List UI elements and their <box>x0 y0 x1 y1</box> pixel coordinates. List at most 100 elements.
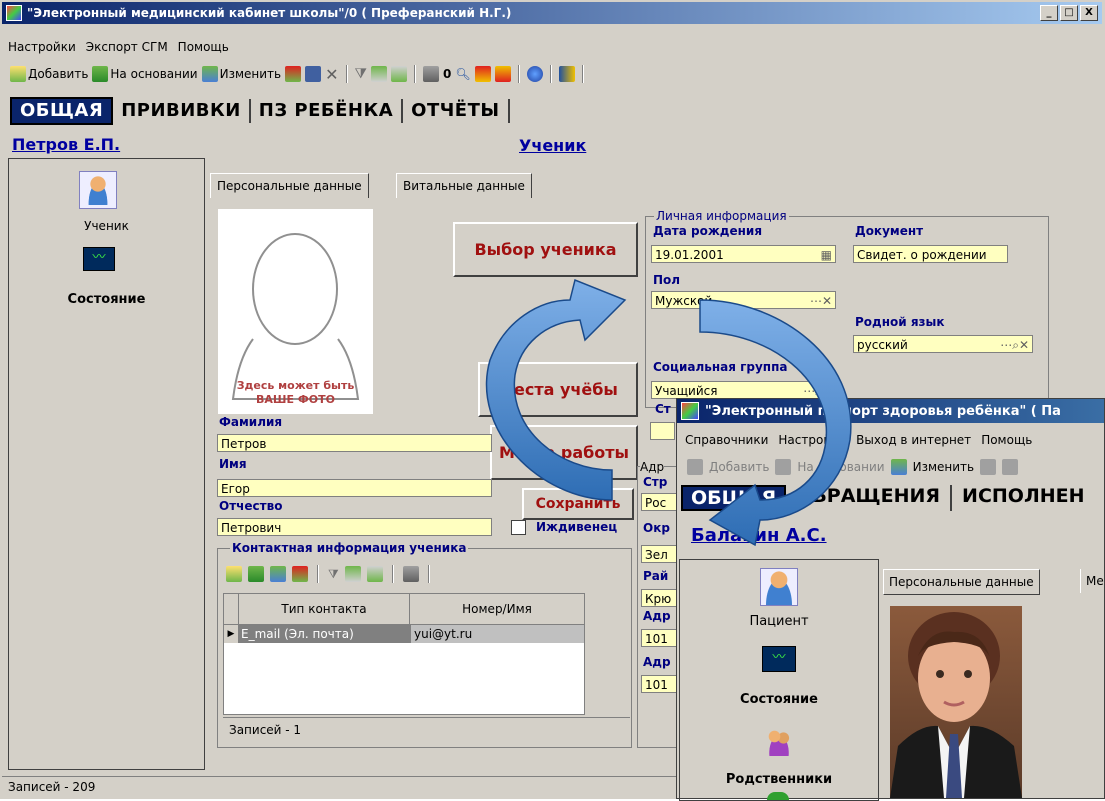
filter-set-icon[interactable] <box>391 66 407 82</box>
sidebar-item-relatives[interactable] <box>764 726 794 756</box>
copy-record-icon <box>92 66 109 82</box>
sex-field[interactable]: Мужской ⋯✕ <box>651 291 836 309</box>
state-monitor-icon: 〰 <box>772 650 786 665</box>
work-places-button[interactable]: Места работы <box>490 425 638 480</box>
tab-reports[interactable]: ОТЧЁТЫ <box>403 99 510 123</box>
tab-personal-data[interactable]: Персональные данные <box>210 173 369 198</box>
add-contact-icon[interactable] <box>226 566 242 582</box>
window-title: "Электронный медицинский кабинет школы"/… <box>27 6 512 20</box>
menu-internet[interactable]: Выход в интернет <box>856 433 971 447</box>
menu-settings[interactable]: Настройки <box>778 433 846 447</box>
tab-execution[interactable]: ИСПОЛНЕН <box>952 485 1094 511</box>
social-group-field[interactable]: Учащийся ⋯⌕✕ <box>651 381 836 399</box>
select-student-button[interactable]: Выбор ученика <box>453 222 638 277</box>
tab-general[interactable]: ОБЩАЯ <box>10 97 114 125</box>
edit-label: Изменить <box>219 67 282 81</box>
print-icon[interactable] <box>423 66 439 82</box>
document-field[interactable]: Свидет. о рождении <box>853 245 1008 263</box>
edit-button[interactable]: Изменить <box>201 66 282 82</box>
sidebar-item-student[interactable] <box>79 171 117 209</box>
name-field[interactable]: Егор <box>217 479 492 497</box>
contacts-group: Контактная информация ученика ⧩ Тип конт… <box>217 541 632 748</box>
sidebar-item-state[interactable]: 〰 <box>762 646 796 672</box>
district-field[interactable]: Зел <box>641 545 681 563</box>
language-field[interactable]: русский ⋯⌕✕ <box>853 335 1033 353</box>
copy-contact-icon[interactable] <box>248 566 264 582</box>
st-field[interactable] <box>650 422 675 440</box>
save-button[interactable]: Сохранить <box>522 488 634 520</box>
dependent-checkbox[interactable] <box>511 520 526 535</box>
patient-photo[interactable] <box>890 606 1022 798</box>
edit-contact-icon[interactable] <box>270 566 286 582</box>
delete-contact-icon[interactable] <box>292 566 308 582</box>
lookup-icon[interactable]: ⋯⌕✕ <box>803 382 832 398</box>
tab-appeals[interactable]: ОБРАЩЕНИЯ <box>786 485 953 511</box>
column-contact-type[interactable]: Тип контакта <box>239 594 410 624</box>
table-header: Тип контакта Номер/Имя <box>224 594 584 625</box>
menu-help[interactable]: Помощь <box>178 40 229 54</box>
edit-button[interactable]: Изменить <box>913 460 975 474</box>
lookup-icon[interactable]: ⋯✕ <box>810 292 832 308</box>
menu-settings[interactable]: Настройки <box>8 40 76 54</box>
personal-info-group: Личная информация Дата рождения 19.01.20… <box>645 209 1049 408</box>
country-field[interactable]: Рос <box>641 493 681 511</box>
surname-field[interactable]: Петров <box>217 434 492 452</box>
delete-record-icon[interactable] <box>980 459 997 475</box>
internet-icon[interactable] <box>526 66 543 82</box>
tab-general[interactable]: ОБЩАЯ <box>681 485 787 511</box>
exit-icon[interactable] <box>558 66 575 82</box>
add-button[interactable]: Добавить <box>10 66 88 82</box>
sidebar-item-patient[interactable] <box>760 568 798 606</box>
tab-child-health[interactable]: ПЗ РЕБЁНКА <box>251 99 404 123</box>
minimize-button[interactable]: _ <box>1040 5 1058 21</box>
contacts-table: Тип контакта Номер/Имя ▶ E_mail (Эл. поч… <box>223 593 585 715</box>
photo-caption-line2: ВАШЕ ФОТО <box>256 393 335 406</box>
menu-references[interactable]: Справочники <box>685 433 768 447</box>
photo-caption-line1: Здесь может быть <box>236 379 355 392</box>
tab-medical[interactable]: Ме <box>1080 569 1105 593</box>
cancel-icon[interactable]: ✕ <box>325 65 338 84</box>
sex-value: Мужской <box>655 294 713 308</box>
delete-record-icon[interactable] <box>285 66 302 82</box>
photo-placeholder[interactable]: Здесь может быть ВАШЕ ФОТО <box>218 209 373 414</box>
attach-icon[interactable]: 0 <box>443 67 451 81</box>
print-icon[interactable] <box>402 566 419 582</box>
lookup-icon[interactable]: ⋯⌕✕ <box>1000 336 1029 352</box>
add-button[interactable]: Добавить <box>709 460 769 474</box>
birth-date-field[interactable]: 19.01.2001 ▦ <box>651 245 836 263</box>
maximize-button[interactable]: □ <box>1060 5 1078 21</box>
sidebar-item-state[interactable]: 〰 <box>83 247 115 271</box>
state-monitor-icon: 〰 <box>92 250 106 265</box>
person-link[interactable]: Петров Е.П. <box>12 135 120 154</box>
region-field[interactable]: Крю <box>641 589 681 607</box>
menu-help[interactable]: Помощь <box>981 433 1032 447</box>
calendar-icon[interactable]: ▦ <box>821 246 832 262</box>
filter-clear-icon[interactable]: ⧩ <box>355 66 368 82</box>
search-icon[interactable]: 🔍︎ <box>455 67 470 81</box>
export-icon[interactable] <box>494 66 511 82</box>
menu-export-sgm[interactable]: Экспорт СГМ <box>86 40 168 54</box>
close-button[interactable]: X <box>1080 5 1098 21</box>
based-on-button[interactable]: На основании <box>92 66 198 82</box>
save-icon[interactable] <box>305 66 322 82</box>
filter-icon[interactable] <box>344 566 361 582</box>
second-window: "Электронный паспорт здоровья ребёнка" (… <box>676 398 1105 801</box>
patronymic-field[interactable]: Петрович <box>217 518 492 536</box>
address1-field[interactable]: 101 <box>641 629 681 647</box>
tab-vital-data[interactable]: Витальные данные <box>396 173 532 198</box>
based-on-button[interactable]: На основании <box>797 460 884 474</box>
column-number-name[interactable]: Номер/Имя <box>410 594 584 624</box>
save-icon[interactable] <box>1002 459 1019 475</box>
filter-set-icon[interactable] <box>366 566 383 582</box>
import-icon[interactable] <box>474 66 491 82</box>
filter-icon[interactable] <box>371 66 387 82</box>
address2-field[interactable]: 101 <box>641 675 681 693</box>
second-window-title: "Электронный паспорт здоровья ребёнка" (… <box>705 403 1061 419</box>
table-row[interactable]: ▶ E_mail (Эл. почта) yui@yt.ru <box>224 625 584 643</box>
filter-clear-icon[interactable]: ⧩ <box>328 567 339 582</box>
patient-link[interactable]: Балакин А.С. <box>691 525 827 546</box>
tab-vaccinations[interactable]: ПРИВИВКИ <box>113 99 251 123</box>
study-places-button[interactable]: Места учёбы <box>478 362 638 417</box>
address1-label: Адр <box>643 609 671 623</box>
tab-personal-data[interactable]: Персональные данные <box>883 569 1040 595</box>
